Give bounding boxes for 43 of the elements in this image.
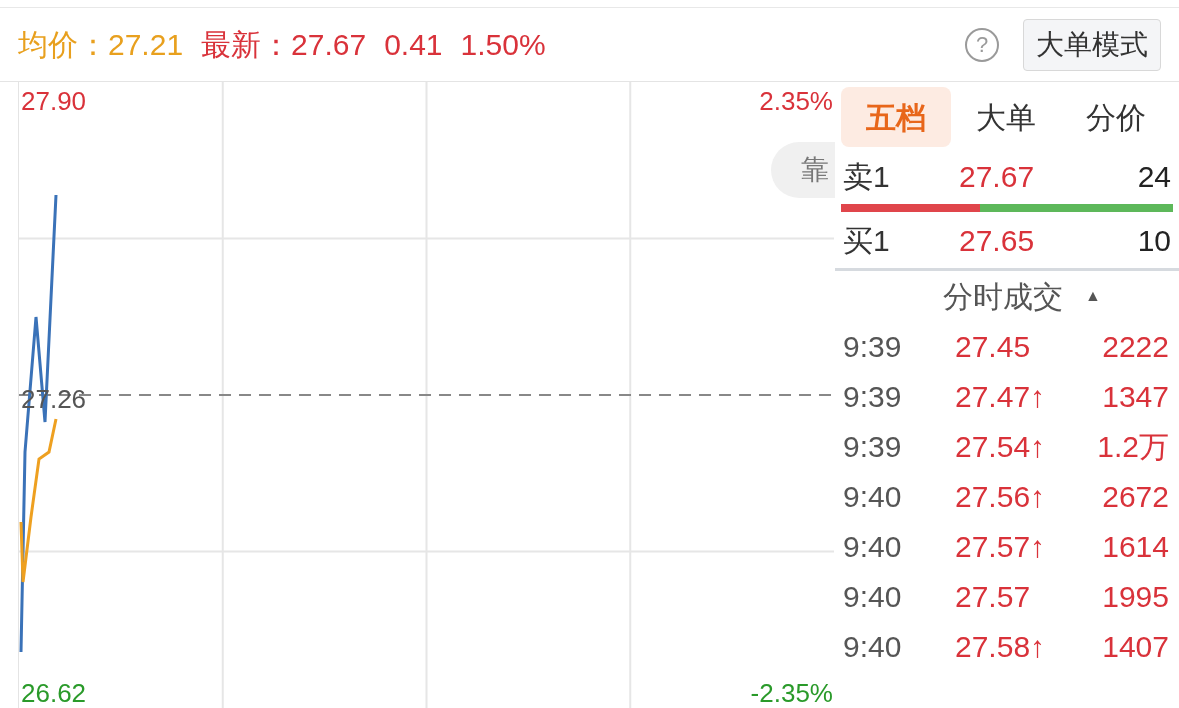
- trade-volume: 1.2万: [1096, 428, 1169, 465]
- trade-price: 27.58↑: [955, 628, 1047, 665]
- price-change-percent: 1.50%: [460, 27, 546, 63]
- trade-volume: 2672: [1101, 478, 1169, 515]
- trade-time: 9:40: [843, 528, 903, 565]
- trade-price: 27.45: [955, 328, 1032, 365]
- quote-label: 买1: [843, 222, 891, 259]
- trade-price: 27.54↑: [955, 428, 1047, 465]
- mode-button[interactable]: 大单模式: [1023, 18, 1161, 71]
- quote-price: 27.67: [959, 158, 1036, 195]
- quote-label: 卖1: [843, 158, 891, 195]
- latest-price-value: 27.67: [291, 27, 367, 63]
- trade-price: 27.57: [955, 578, 1032, 615]
- quote-volume: 10: [1136, 222, 1171, 259]
- quote-volume: 24: [1136, 158, 1171, 195]
- average-price-label: 均价：: [18, 27, 108, 63]
- trade-time: 9:39: [843, 328, 903, 365]
- average-price-value: 27.21: [108, 27, 184, 63]
- tab[interactable]: 大单: [951, 87, 1061, 147]
- sort-icon[interactable]: ▲: [1085, 284, 1101, 308]
- trade-volume: 1407: [1101, 628, 1169, 665]
- trade-volume: 1995: [1101, 578, 1169, 615]
- trade-price: 27.57↑: [955, 528, 1047, 565]
- price-change: 0.41: [384, 27, 443, 63]
- trade-time: 9:39: [843, 378, 903, 415]
- trade-time: 9:40: [843, 578, 903, 615]
- trade-volume: 2222: [1101, 328, 1169, 365]
- trade-volume: 1614: [1101, 528, 1169, 565]
- percent-axis-label: 2.35%: [759, 85, 833, 118]
- trade-volume: 1347: [1101, 378, 1169, 415]
- percent-axis-label: -2.35%: [750, 677, 833, 708]
- trade-price: 27.56↑: [955, 478, 1047, 515]
- side-button[interactable]: 靠: [771, 142, 835, 198]
- trade-time: 9:39: [843, 428, 903, 465]
- latest-price-label: 最新：: [201, 27, 292, 63]
- tab[interactable]: 分价: [1061, 87, 1171, 147]
- trades-title: 分时成交: [943, 278, 1064, 315]
- quote-price: 27.65: [959, 222, 1036, 259]
- trade-time: 9:40: [843, 478, 903, 515]
- trade-price: 27.47↑: [955, 378, 1047, 415]
- axis-label: 26.62: [21, 677, 87, 708]
- axis-label: 27.90: [21, 85, 87, 118]
- trade-time: 9:40: [843, 628, 903, 665]
